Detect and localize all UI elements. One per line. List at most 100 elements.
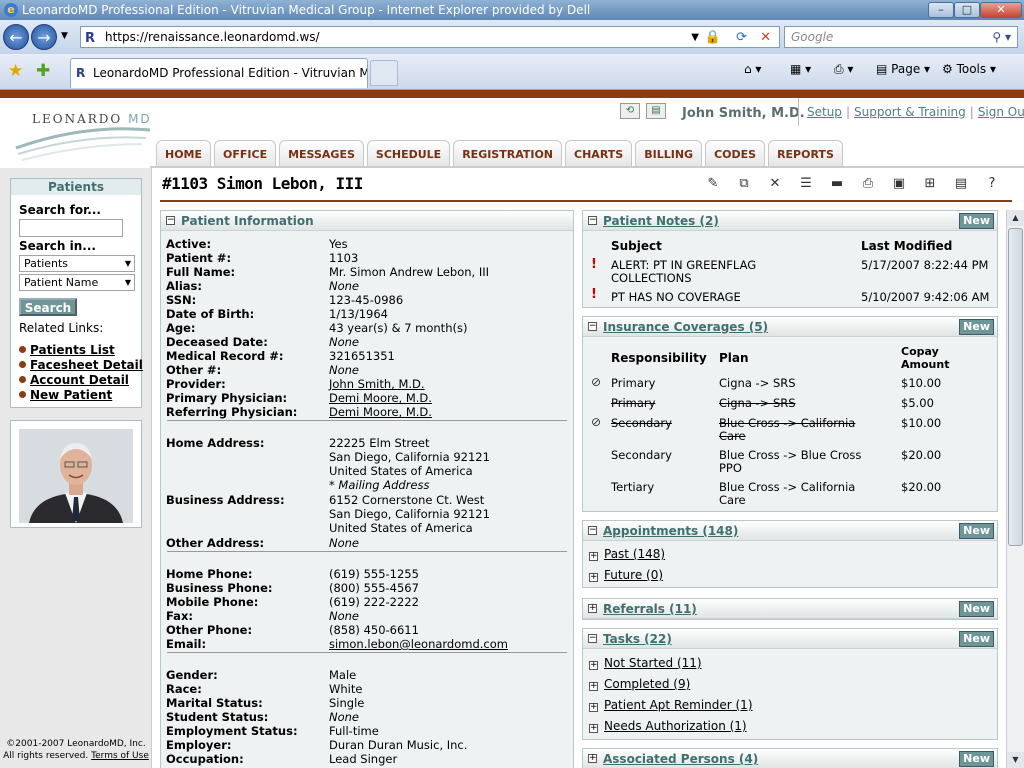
collapse-icon[interactable]: − [588, 634, 597, 643]
new-referral-button[interactable]: New [959, 601, 994, 617]
refresh-icon[interactable]: ⟳ [736, 28, 747, 48]
add-favorite-icon[interactable]: ✚ [36, 61, 50, 81]
nav-tab-charts[interactable]: CHARTS [565, 140, 633, 166]
expand-icon[interactable]: + [589, 703, 598, 712]
back-button[interactable]: ← [3, 24, 29, 50]
collapse-icon[interactable]: − [588, 322, 597, 331]
collapse-icon[interactable]: − [588, 216, 597, 225]
tasks-completed-row[interactable]: + Completed (9) [589, 677, 690, 691]
id-card-icon[interactable]: ▤ [952, 176, 970, 192]
info-value-link[interactable]: John Smith, M.D. [329, 377, 425, 391]
search-in-select[interactable]: Patients ▼ [19, 255, 135, 272]
browser-tab[interactable]: R LeonardoMD Professional Edition - Vitr… [70, 58, 368, 88]
page-scrollbar[interactable]: ▲ ▼ [1006, 210, 1024, 768]
search-for-input[interactable] [19, 219, 123, 237]
setup-link[interactable]: Setup [807, 105, 842, 119]
sign-out-link[interactable]: Sign Out [978, 105, 1024, 119]
new-appointment-button[interactable]: New [959, 523, 994, 539]
collapse-icon[interactable]: − [166, 216, 175, 225]
minimize-icon[interactable]: ▬ [828, 176, 846, 192]
collapse-icon[interactable]: − [588, 526, 597, 535]
delete-icon[interactable]: ✕ [766, 176, 784, 192]
nav-tab-office[interactable]: OFFICE [214, 140, 277, 166]
add-list-icon[interactable]: ☰ [797, 176, 815, 192]
maximize-button[interactable]: □ [954, 2, 980, 18]
edit-icon[interactable]: ✎ [704, 176, 722, 192]
copy-icon[interactable]: ⧉ [735, 176, 753, 192]
search-box[interactable]: Google ⚲ ▾ [784, 26, 1018, 48]
note-subject-1[interactable]: ALERT: PT IN GREENFLAG COLLECTIONS [611, 259, 811, 285]
nav-tab-codes[interactable]: CODES [705, 140, 766, 166]
tasks-title[interactable]: Tasks (22) [603, 632, 672, 646]
expand-icon[interactable]: + [589, 573, 598, 582]
expand-icon[interactable]: + [589, 724, 598, 733]
nav-tab-messages[interactable]: MESSAGES [279, 140, 364, 166]
insurance-plan-5[interactable]: Blue Cross -> California Care [719, 481, 879, 507]
lock-folder-icon[interactable]: ▣ [890, 176, 908, 192]
url-bar[interactable]: R https://renaissance.leonardomd.ws/ ▼ 🔒… [80, 26, 780, 48]
associated-persons-title[interactable]: Associated Persons (4) [603, 752, 758, 766]
new-note-button[interactable]: New [959, 213, 994, 229]
refresh-session-icon[interactable]: ⟲ [620, 103, 640, 119]
new-tab-button[interactable] [370, 60, 398, 86]
nav-tab-registration[interactable]: REGISTRATION [453, 140, 563, 166]
help-icon[interactable]: ? [983, 176, 1001, 192]
facesheet-detail-link[interactable]: Facesheet Detail [19, 358, 143, 372]
minimize-button[interactable]: – [928, 2, 954, 18]
tasks-needs-authorization-row[interactable]: + Needs Authorization (1) [589, 719, 747, 733]
home-icon[interactable]: ⌂ ▾ [744, 62, 761, 76]
search-icon[interactable]: ⚲ ▾ [992, 27, 1011, 47]
insurance-plan-3[interactable]: Blue Cross -> California Care [719, 417, 879, 443]
nav-tab-reports[interactable]: REPORTS [768, 140, 843, 166]
nav-tab-schedule[interactable]: SCHEDULE [366, 140, 451, 166]
paperclip-icon[interactable]: ⊘ [591, 415, 601, 429]
expand-icon[interactable]: + [588, 754, 597, 763]
terms-of-use-link[interactable]: Terms of Use [91, 751, 149, 761]
info-value-link[interactable]: Demi Moore, M.D. [329, 405, 432, 419]
stop-icon[interactable]: ✕ [760, 28, 771, 48]
appointments-title[interactable]: Appointments (148) [603, 524, 738, 538]
tasks-not-started-row[interactable]: + Not Started (11) [589, 656, 702, 670]
close-window-button[interactable]: ✕ [980, 2, 1022, 18]
scroll-up-icon[interactable]: ▲ [1007, 210, 1024, 226]
page-menu[interactable]: ▤ Page ▾ [876, 62, 930, 76]
leonardomd-logo[interactable]: LEONARDO MD [14, 108, 154, 164]
tools-menu[interactable]: ⚙ Tools ▾ [942, 62, 996, 76]
support-training-link[interactable]: Support & Training [854, 105, 966, 119]
new-patient-link[interactable]: New Patient [19, 388, 112, 402]
insurance-coverages-title[interactable]: Insurance Coverages (5) [603, 320, 768, 334]
patient-notes-title[interactable]: Patient Notes (2) [603, 214, 719, 228]
nav-tab-home[interactable]: HOME [156, 140, 212, 166]
insurance-plan-1[interactable]: Cigna -> SRS [719, 377, 796, 390]
info-value-link[interactable]: Demi Moore, M.D. [329, 391, 432, 405]
new-insurance-button[interactable]: New [959, 319, 994, 335]
patients-list-link[interactable]: Patients List [19, 343, 115, 357]
add-record-icon[interactable]: ⊞ [921, 176, 939, 192]
account-detail-link[interactable]: Account Detail [19, 373, 129, 387]
patient-information-header[interactable]: − Patient Information [161, 211, 573, 231]
referrals-title[interactable]: Referrals (11) [603, 602, 697, 616]
new-task-button[interactable]: New [959, 631, 994, 647]
note-subject-2[interactable]: PT HAS NO COVERAGE [611, 291, 741, 304]
expand-icon[interactable]: + [588, 604, 597, 613]
printer-icon[interactable]: ⎙ [859, 176, 877, 192]
favorites-star-icon[interactable]: ★ [8, 61, 23, 81]
appointments-future-row[interactable]: + Future (0) [589, 568, 663, 582]
tasks-apt-reminder-row[interactable]: + Patient Apt Reminder (1) [589, 698, 753, 712]
expand-icon[interactable]: + [589, 552, 598, 561]
appointments-past-row[interactable]: + Past (148) [589, 547, 665, 561]
insurance-plan-2[interactable]: Cigna -> SRS [719, 397, 796, 410]
scroll-down-icon[interactable]: ▼ [1007, 752, 1024, 768]
paperclip-icon[interactable]: ⊘ [591, 375, 601, 389]
info-value-link[interactable]: simon.lebon@leonardomd.com [329, 637, 508, 651]
expand-icon[interactable]: + [589, 682, 598, 691]
notepad-icon[interactable]: ▤ [646, 103, 666, 119]
feeds-icon[interactable]: ▦ ▾ [790, 62, 811, 76]
search-field-select[interactable]: Patient Name ▼ [19, 274, 135, 291]
nav-tab-billing[interactable]: BILLING [635, 140, 703, 166]
history-dropdown-icon[interactable]: ▼ [61, 31, 68, 41]
expand-icon[interactable]: + [589, 661, 598, 670]
print-icon[interactable]: ⎙ ▾ [834, 62, 853, 77]
scroll-thumb[interactable] [1008, 228, 1023, 546]
url-dropdown-icon[interactable]: ▼ [691, 28, 699, 48]
